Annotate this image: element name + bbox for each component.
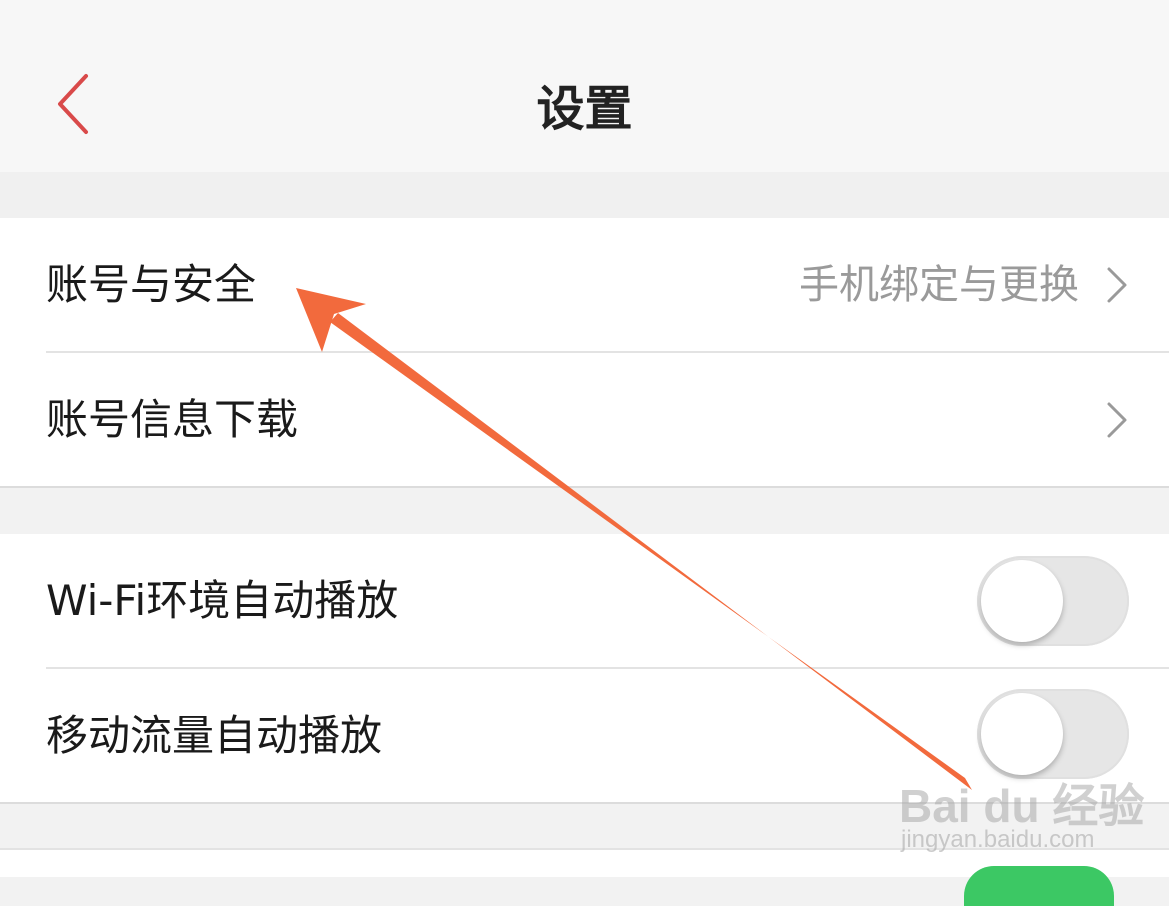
account-security-label: 账号与安全	[46, 260, 257, 309]
phone-binding-value: 手机绑定与更换	[799, 262, 1079, 308]
mobile-data-autoplay-label: 移动流量自动播放	[46, 711, 383, 760]
enabled-toggle[interactable]	[964, 866, 1114, 906]
nav-bar: 设置	[0, 0, 1169, 172]
group-border	[0, 486, 1169, 488]
account-security-row[interactable]: 账号与安全 手机绑定与更换	[0, 218, 1169, 352]
watermark-url: jingyan.baidu.com	[901, 826, 1095, 853]
chevron-right-icon	[1107, 402, 1127, 438]
page-title: 设置	[536, 81, 633, 137]
wifi-autoplay-label: Wi-Fi环境自动播放	[46, 576, 399, 625]
wifi-autoplay-row: Wi-Fi环境自动播放	[0, 534, 1169, 668]
account-info-download-row[interactable]: 账号信息下载	[0, 353, 1169, 487]
chevron-right-icon	[1107, 267, 1127, 303]
account-group: 账号与安全 手机绑定与更换 账号信息下载	[0, 218, 1169, 486]
section-gap	[0, 172, 1169, 218]
wifi-autoplay-toggle[interactable]	[977, 556, 1129, 646]
baidu-watermark: Bai du 经验 jingyan.baidu.com	[895, 760, 1165, 870]
toggle-knob	[981, 560, 1063, 642]
account-info-download-label: 账号信息下载	[46, 395, 299, 444]
